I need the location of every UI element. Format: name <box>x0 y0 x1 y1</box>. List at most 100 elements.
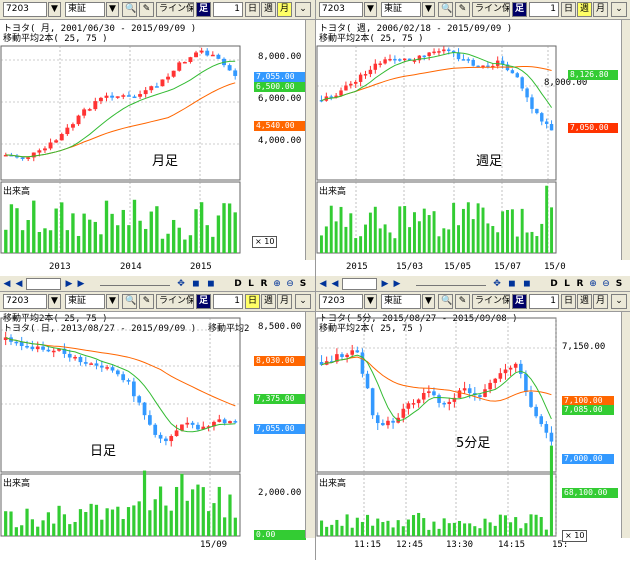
period-week-button[interactable]: 週 <box>577 294 592 309</box>
scroll-right-icon[interactable]: ▶ <box>64 278 74 290</box>
chevron-down-icon[interactable]: ⌄ <box>611 2 627 17</box>
tool-icon[interactable]: ✎ <box>139 2 154 17</box>
dropdown-arrow-icon[interactable]: ▼ <box>364 2 377 17</box>
scroll-l-button[interactable]: L <box>245 278 257 290</box>
stock-code-input[interactable]: 7203 <box>3 294 47 309</box>
period-month-button[interactable]: 月 <box>593 2 608 17</box>
period-day-button[interactable]: 日 <box>561 294 576 309</box>
exchange-select[interactable]: 東証 <box>65 294 105 309</box>
price-chart[interactable]: トヨタ( 週, 2006/02/18 - 2015/09/09 ) 移動平均2本… <box>316 20 630 260</box>
range-slider[interactable] <box>100 278 170 286</box>
dropdown-arrow-icon[interactable]: ▼ <box>48 294 61 309</box>
scroll-start-icon[interactable]: ◀ <box>2 278 12 290</box>
stock-code-input[interactable]: 7203 <box>319 2 363 17</box>
chevron-down-icon[interactable]: ⌄ <box>295 2 311 17</box>
exchange-select[interactable]: 東証 <box>381 2 421 17</box>
price-chart[interactable]: 移動平均2本( 25, 75 ) トヨタ( 日, 2013/08/27 - 20… <box>0 312 315 540</box>
period-month-button[interactable]: 月 <box>277 294 292 309</box>
dropdown-arrow-icon[interactable]: ▼ <box>106 294 119 309</box>
period-week-button[interactable]: 週 <box>577 2 592 17</box>
ashi-button[interactable]: 足 <box>512 294 527 309</box>
ashi-button[interactable]: 足 <box>196 2 211 17</box>
scroll-end-icon[interactable]: ▶ <box>392 278 402 290</box>
tool-icon[interactable]: ◼ <box>205 278 217 290</box>
line-save-button[interactable]: ライン保存 <box>156 2 194 17</box>
search-icon[interactable]: 🔍 <box>438 2 453 17</box>
tool-icon[interactable]: ✥ <box>491 278 503 290</box>
period-month-button[interactable]: 月 <box>277 2 292 17</box>
dropdown-arrow-icon[interactable]: ▼ <box>422 294 435 309</box>
price-chart[interactable]: トヨタ( 月, 2001/06/30 - 2015/09/09 ) 移動平均2本… <box>0 20 315 260</box>
ashi-button[interactable]: 足 <box>512 2 527 17</box>
dropdown-arrow-icon[interactable]: ▼ <box>106 2 119 17</box>
scroll-right-icon[interactable]: ▶ <box>380 278 390 290</box>
dropdown-arrow-icon[interactable]: ▼ <box>48 2 61 17</box>
volume-bar <box>437 528 441 536</box>
candle <box>160 79 165 87</box>
stock-code-input[interactable]: 7203 <box>319 294 363 309</box>
tool-icon[interactable]: ✎ <box>455 294 470 309</box>
moving-average-long <box>5 336 236 407</box>
tool-icon[interactable]: ✎ <box>139 294 154 309</box>
line-save-button[interactable]: ライン保存 <box>472 294 510 309</box>
scroll-d-button[interactable]: D <box>548 278 560 290</box>
vertical-scrollbar[interactable] <box>305 312 315 538</box>
tool-icon[interactable]: ◼ <box>521 278 533 290</box>
tool-icon[interactable]: ✥ <box>175 278 187 290</box>
scroll-slider[interactable] <box>26 278 61 290</box>
zoom-out-icon[interactable]: ⊖ <box>284 278 296 290</box>
zoom-in-icon[interactable]: ⊕ <box>587 278 599 290</box>
period-day-button[interactable]: 日 <box>245 294 260 309</box>
price-chart[interactable]: トヨタ( 5分, 2015/08/27 - 2015/09/08 ) 移動平均2… <box>316 312 630 542</box>
search-icon[interactable]: 🔍 <box>438 294 453 309</box>
scroll-r-button[interactable]: R <box>258 278 270 290</box>
scroll-s-button[interactable]: S <box>613 278 625 290</box>
scroll-left-icon[interactable]: ◀ <box>330 278 340 290</box>
tool-icon[interactable]: ✎ <box>455 2 470 17</box>
exchange-select[interactable]: 東証 <box>381 294 421 309</box>
volume-bar <box>148 510 152 536</box>
period-week-button[interactable]: 週 <box>261 294 276 309</box>
scroll-left-icon[interactable]: ◀ <box>14 278 24 290</box>
period-count-input[interactable]: 1 <box>213 2 243 17</box>
search-icon[interactable]: 🔍 <box>122 2 137 17</box>
tool-icon[interactable]: ◼ <box>506 278 518 290</box>
exchange-select[interactable]: 東証 <box>65 2 105 17</box>
line-save-button[interactable]: ライン保存 <box>472 2 510 17</box>
zoom-in-icon[interactable]: ⊕ <box>271 278 283 290</box>
period-count-input[interactable]: 1 <box>213 294 243 309</box>
scroll-end-icon[interactable]: ▶ <box>76 278 86 290</box>
period-week-button[interactable]: 週 <box>261 2 276 17</box>
scroll-s-button[interactable]: S <box>297 278 309 290</box>
vertical-scrollbar[interactable] <box>621 312 630 538</box>
scroll-l-button[interactable]: L <box>561 278 573 290</box>
candle <box>121 374 126 381</box>
chevron-down-icon[interactable]: ⌄ <box>295 294 311 309</box>
chevron-down-icon[interactable]: ⌄ <box>611 294 627 309</box>
line-save-button[interactable]: ライン保存 <box>156 294 194 309</box>
range-slider[interactable] <box>416 278 486 286</box>
scroll-d-button[interactable]: D <box>232 278 244 290</box>
vertical-scrollbar[interactable] <box>305 20 315 260</box>
tool-icon[interactable]: ◼ <box>190 278 202 290</box>
ashi-button[interactable]: 足 <box>196 294 211 309</box>
scroll-start-icon[interactable]: ◀ <box>318 278 328 290</box>
zoom-out-icon[interactable]: ⊖ <box>600 278 612 290</box>
x-axis-label: 2013 <box>49 262 71 272</box>
dropdown-arrow-icon[interactable]: ▼ <box>422 2 435 17</box>
volume-bar <box>233 517 237 536</box>
scroll-slider[interactable] <box>342 278 377 290</box>
candle <box>14 341 19 344</box>
period-day-button[interactable]: 日 <box>561 2 576 17</box>
period-count-input[interactable]: 1 <box>529 294 559 309</box>
vertical-scrollbar[interactable] <box>621 20 630 260</box>
dropdown-arrow-icon[interactable]: ▼ <box>364 294 377 309</box>
candle <box>519 363 523 374</box>
stock-code-input[interactable]: 7203 <box>3 2 47 17</box>
scroll-r-button[interactable]: R <box>574 278 586 290</box>
candle <box>110 95 115 98</box>
period-month-button[interactable]: 月 <box>593 294 608 309</box>
period-day-button[interactable]: 日 <box>245 2 260 17</box>
period-count-input[interactable]: 1 <box>529 2 559 17</box>
search-icon[interactable]: 🔍 <box>122 294 137 309</box>
